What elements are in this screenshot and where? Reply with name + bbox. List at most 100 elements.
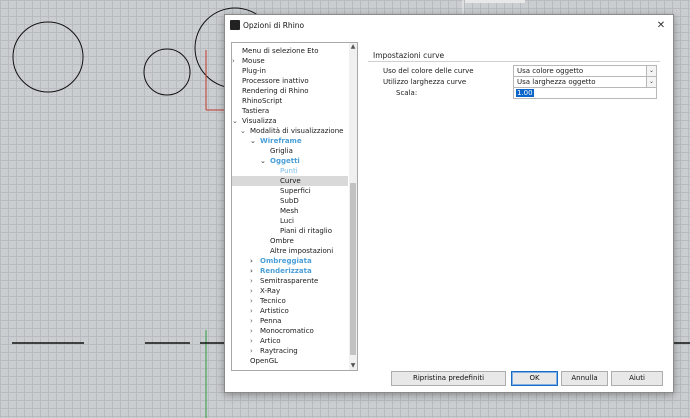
tree-item[interactable]: › Mouse xyxy=(232,56,348,66)
chevron-right-icon[interactable]: › xyxy=(250,316,253,326)
chevron-down-icon[interactable]: ⌄ xyxy=(232,116,238,126)
tree-item[interactable]: Ombre xyxy=(232,236,348,246)
tree-item[interactable]: › Renderizzata xyxy=(232,266,348,276)
scroll-down-icon[interactable]: ▼ xyxy=(349,362,357,370)
chevron-right-icon[interactable]: › xyxy=(250,326,253,336)
tree-item[interactable]: › Artico xyxy=(232,336,348,346)
tree-item-label: Raytracing xyxy=(260,347,298,355)
tree-item-label: Altre impostazioni xyxy=(270,247,334,255)
chevron-right-icon[interactable]: › xyxy=(250,296,253,306)
chevron-right-icon[interactable]: › xyxy=(232,56,235,66)
tree-item[interactable]: Mesh xyxy=(232,206,348,216)
viewport-tab xyxy=(465,0,525,3)
rhino-app-icon xyxy=(230,20,240,30)
curve-width-label: Utilizzo larghezza curve xyxy=(383,78,467,86)
curve-color-value: Usa colore oggetto xyxy=(517,67,584,75)
tree-item[interactable]: OpenGL xyxy=(232,356,348,366)
tree-item-label: Luci xyxy=(280,217,295,225)
tree-item[interactable]: › X-Ray xyxy=(232,286,348,296)
tree-item[interactable]: › Tecnico xyxy=(232,296,348,306)
curve-width-value: Usa larghezza oggetto xyxy=(517,78,596,86)
chevron-down-icon[interactable]: ⌄ xyxy=(240,126,246,136)
chevron-down-icon[interactable]: ⌄ xyxy=(250,136,256,146)
tree-item[interactable]: › Raytracing xyxy=(232,346,348,356)
tree-item-label: Artistico xyxy=(260,307,289,315)
chevron-right-icon[interactable]: › xyxy=(250,346,253,356)
tree-scrollbar[interactable]: ▲ ▼ xyxy=(349,43,357,370)
tree-item-label: Mouse xyxy=(242,57,265,65)
ok-button[interactable]: OK xyxy=(511,371,558,386)
scale-label: Scala: xyxy=(396,89,418,97)
tree-item[interactable]: Griglia xyxy=(232,146,348,156)
tree-item-label: OpenGL xyxy=(250,357,279,365)
tree-item[interactable]: ⌄ Wireframe xyxy=(232,136,348,146)
tree-item[interactable]: Piani di ritaglio xyxy=(232,226,348,236)
settings-panel: Impostazioni curve Uso del colore delle … xyxy=(368,50,660,350)
tree-item-label: Semitrasparente xyxy=(260,277,319,285)
tree-item-label: Plug-in xyxy=(242,67,266,75)
circle-small xyxy=(143,48,191,96)
chevron-down-icon[interactable]: ⌄ xyxy=(646,77,656,87)
cancel-button[interactable]: Annulla xyxy=(561,371,608,386)
tree-item-label: Visualizza xyxy=(242,117,277,125)
tree-item[interactable]: Punti xyxy=(232,166,348,176)
chevron-down-icon[interactable]: ⌄ xyxy=(260,156,266,166)
tree-item[interactable]: Altre impostazioni xyxy=(232,246,348,256)
tree-item[interactable]: RhinoScript xyxy=(232,96,348,106)
tree-item[interactable]: ⌄ Visualizza xyxy=(232,116,348,126)
options-tree: Menu di selezione Eto › Mouse Plug-in Proces… xyxy=(231,42,358,371)
tree-item[interactable]: SubD xyxy=(232,196,348,206)
tree-item[interactable]: Tastiera xyxy=(232,106,348,116)
section-title: Impostazioni curve xyxy=(373,51,445,60)
chevron-right-icon[interactable]: › xyxy=(250,256,253,266)
chevron-right-icon[interactable]: › xyxy=(250,276,253,286)
tree-item[interactable]: Rendering di Rhino xyxy=(232,86,348,96)
tree-item-label: Rendering di Rhino xyxy=(242,87,309,95)
chevron-right-icon[interactable]: › xyxy=(250,306,253,316)
tree-item-label: Superfici xyxy=(280,187,311,195)
tree-item[interactable]: › Artistico xyxy=(232,306,348,316)
tree-item-label: Piani di ritaglio xyxy=(280,227,332,235)
chevron-down-icon[interactable]: ⌄ xyxy=(646,66,656,76)
tree-item-label: Punti xyxy=(280,167,298,175)
tree-item-label: X-Ray xyxy=(260,287,281,295)
tree-item-label: RhinoScript xyxy=(242,97,283,105)
tree-item-label: Ombre xyxy=(270,237,294,245)
chevron-right-icon[interactable]: › xyxy=(250,286,253,296)
scale-input[interactable]: 1.00 xyxy=(513,87,657,99)
tree-list: Menu di selezione Eto › Mouse Plug-in Proces… xyxy=(232,43,348,370)
tree-item-label: SubD xyxy=(280,197,299,205)
tree-item-label: Artico xyxy=(260,337,281,345)
tree-item[interactable]: ⌄ Modalità di visualizzazione xyxy=(232,126,348,136)
tree-item-label: Oggetti xyxy=(270,157,300,165)
tree-item[interactable]: › Semitrasparente xyxy=(232,276,348,286)
scroll-thumb[interactable] xyxy=(350,183,356,355)
scroll-up-icon[interactable]: ▲ xyxy=(349,43,357,51)
tree-item-label: Ombreggiata xyxy=(260,257,312,265)
scale-value: 1.00 xyxy=(516,89,534,97)
help-button[interactable]: Aiuti xyxy=(611,371,663,386)
tree-item-label: Wireframe xyxy=(260,137,302,145)
tree-item-label: Griglia xyxy=(270,147,293,155)
tree-item[interactable]: Plug-in xyxy=(232,66,348,76)
options-dialog: Opzioni di Rhino ✕ Menu di selezione Eto… xyxy=(224,14,674,393)
tree-item-label: Mesh xyxy=(280,207,299,215)
tree-item[interactable]: › Monocromatico xyxy=(232,326,348,336)
tree-item-label: Tecnico xyxy=(260,297,286,305)
chevron-right-icon[interactable]: › xyxy=(250,336,253,346)
restore-defaults-button[interactable]: Ripristina predefiniti xyxy=(391,371,506,386)
tree-item[interactable]: Menu di selezione Eto xyxy=(232,46,348,56)
section-divider xyxy=(368,61,660,62)
tree-item[interactable]: › Ombreggiata xyxy=(232,256,348,266)
tree-item[interactable]: ⌄ Oggetti xyxy=(232,156,348,166)
tree-item-label: Monocromatico xyxy=(260,327,314,335)
tree-item[interactable]: Processore inattivo xyxy=(232,76,348,86)
tree-item[interactable]: Curve xyxy=(232,176,348,186)
tree-item[interactable]: › Penna xyxy=(232,316,348,326)
close-icon[interactable]: ✕ xyxy=(653,18,669,34)
chevron-right-icon[interactable]: › xyxy=(250,266,253,276)
curve-color-label: Uso del colore delle curve xyxy=(383,67,474,75)
tree-item[interactable]: Luci xyxy=(232,216,348,226)
tree-item[interactable]: Superfici xyxy=(232,186,348,196)
dialog-titlebar[interactable]: Opzioni di Rhino ✕ xyxy=(225,15,673,37)
